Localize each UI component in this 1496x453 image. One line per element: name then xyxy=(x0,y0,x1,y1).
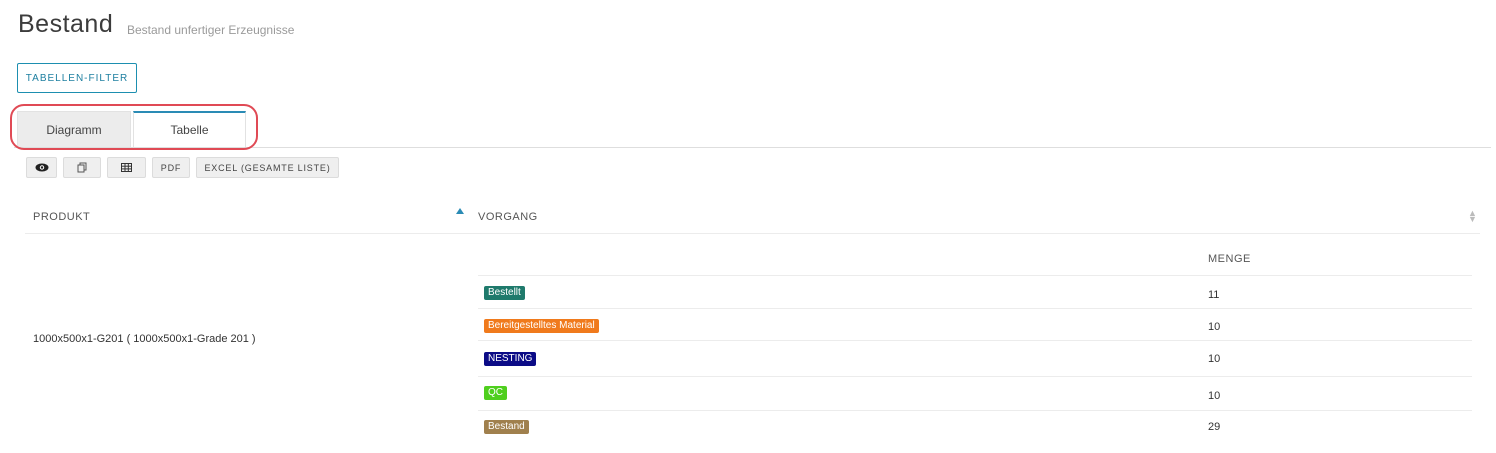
copy-button[interactable] xyxy=(63,157,101,178)
page-subtitle: Bestand unfertiger Erzeugnisse xyxy=(127,23,295,37)
table-filter-button[interactable]: TABELLEN-FILTER xyxy=(17,63,137,93)
pdf-button[interactable]: PDF xyxy=(152,157,190,178)
qty-qc: 10 xyxy=(1208,390,1221,402)
excel-export-button[interactable]: EXCEL (GESAMTE LISTE) xyxy=(196,157,339,178)
status-badge-bereitgestelltes-material: Bereitgestelltes Material xyxy=(484,319,599,333)
qty-nesting: 10 xyxy=(1208,353,1221,365)
status-badge-qc: QC xyxy=(484,386,507,400)
product-cell: 1000x500x1-G201 ( 1000x500x1-Grade 201 ) xyxy=(33,333,256,345)
header-divider xyxy=(25,233,1480,234)
tabs-divider xyxy=(14,147,1491,148)
column-header-menge: MENGE xyxy=(1208,253,1251,265)
qty-bestellt: 11 xyxy=(1208,289,1220,301)
eye-icon xyxy=(35,163,48,172)
subtable-divider xyxy=(478,275,1472,276)
qty-bereitgestelltes-material: 10 xyxy=(1208,321,1221,333)
status-badge-nesting: NESTING xyxy=(484,352,537,366)
sort-both-icon[interactable]: ▲ ▼ xyxy=(1468,209,1477,224)
column-visibility-button[interactable] xyxy=(26,157,57,178)
status-badge-bestellt: Bestellt xyxy=(484,286,525,300)
row-divider xyxy=(478,410,1472,411)
grid-icon xyxy=(121,163,132,172)
qty-bestand: 29 xyxy=(1208,421,1221,433)
columns-button[interactable] xyxy=(107,157,146,178)
copy-icon xyxy=(77,162,86,173)
page-title: Bestand xyxy=(18,10,114,38)
column-header-vorgang[interactable]: VORGANG xyxy=(478,211,538,223)
status-badge-bestand: Bestand xyxy=(484,420,529,434)
row-divider xyxy=(478,340,1472,341)
tab-tabelle[interactable]: Tabelle xyxy=(133,111,246,147)
sort-ascending-icon[interactable] xyxy=(456,208,464,214)
row-divider xyxy=(478,308,1472,309)
tab-diagramm[interactable]: Diagramm xyxy=(17,111,131,147)
row-divider xyxy=(478,376,1472,377)
column-header-produkt[interactable]: PRODUKT xyxy=(33,211,90,223)
